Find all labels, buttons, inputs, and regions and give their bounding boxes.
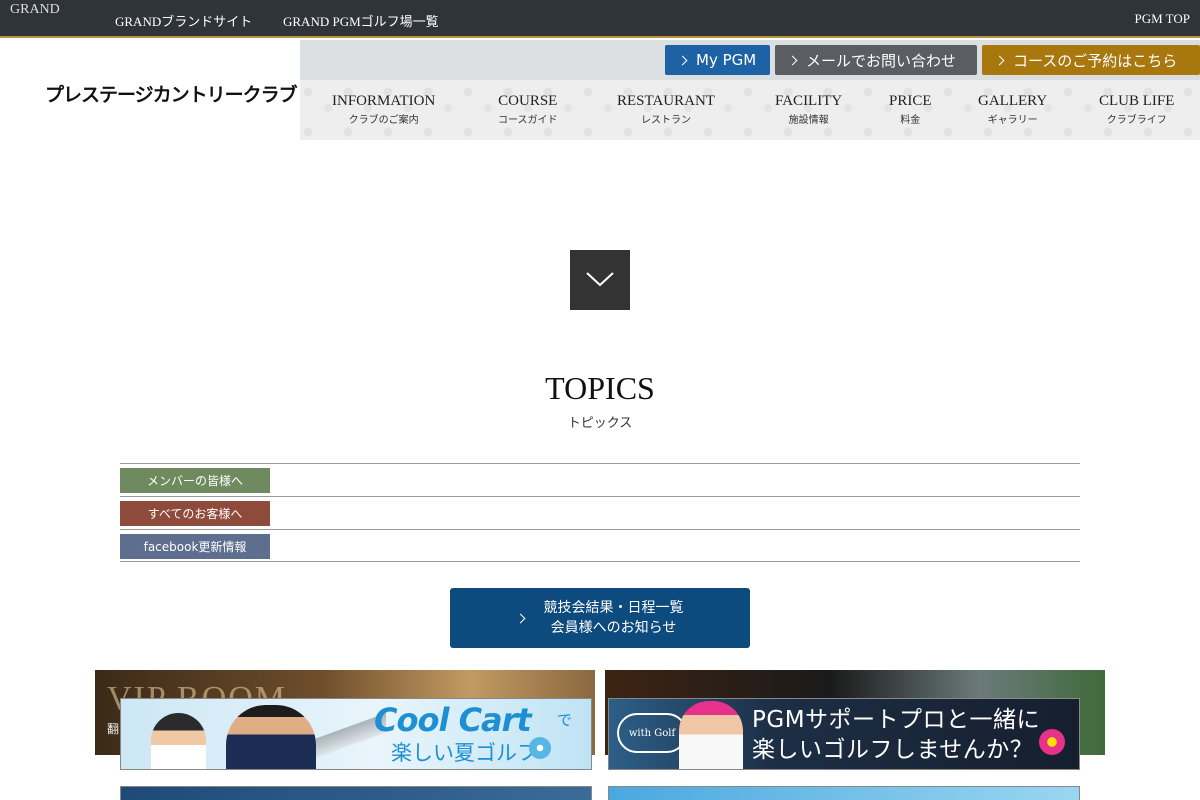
topic-row: facebook更新情報 — [120, 529, 1080, 562]
golfer-man-image — [226, 705, 316, 769]
cool-cart-title: Cool Cart — [374, 701, 532, 739]
cool-cart-particle: で — [557, 711, 573, 729]
chevron-right-icon — [787, 55, 798, 65]
support-pro-line2: 楽しいゴルフしませんか？ — [752, 737, 1034, 763]
nav-label-jp: クラブライフ — [1106, 115, 1167, 126]
competition-label-1: 競技会結果・日程一覧 — [543, 600, 684, 616]
members-tag[interactable]: メンバーの皆様へ — [120, 468, 270, 493]
nav-label-jp: クラブのご案内 — [348, 115, 419, 126]
golfer-woman-image — [151, 713, 206, 769]
chevron-right-icon — [515, 613, 525, 623]
support-pro-line1: PGMサポートプロと一緒に — [752, 707, 1041, 733]
nav-label-en: INFORMATION — [332, 93, 436, 109]
pgm-support-pro-banner[interactable]: with Golf PGMサポートプロと一緒に 楽しいゴルフしませんか？ — [608, 698, 1080, 770]
nav-item-information[interactable]: INFORMATION クラブのご案内 — [332, 93, 435, 126]
mail-contact-button[interactable]: メールでお問い合わせ — [775, 45, 977, 75]
chevron-right-icon — [994, 55, 1005, 65]
chevron-right-icon — [677, 55, 688, 65]
my-pgm-button[interactable]: My PGM — [665, 45, 770, 75]
pgm-top-link[interactable]: PGM TOP — [1134, 11, 1190, 27]
nav-label-en: GALLERY — [978, 93, 1048, 109]
cool-cart-banner[interactable]: Cool Cart で 楽しい夏ゴルフ — [120, 698, 592, 770]
all-guests-tag[interactable]: すべてのお客様へ — [120, 501, 270, 526]
club-logo[interactable]: プレステージカントリークラブ — [45, 80, 298, 107]
nav-item-facility[interactable]: FACILITY 施設情報 — [775, 93, 842, 126]
nav-item-price[interactable]: PRICE 料金 — [889, 93, 932, 126]
nav-label-en: PRICE — [889, 93, 932, 109]
topics-heading: TOPICS — [545, 370, 655, 406]
with-golf-logo: with Golf — [617, 713, 687, 753]
nav-label-jp: ギャラリー — [987, 115, 1038, 126]
chevron-down-icon — [586, 272, 614, 287]
top-bar: GRAND GRANDブランドサイト GRAND PGMゴルフ場一覧 PGM T… — [0, 0, 1200, 38]
nav-item-gallery[interactable]: GALLERY ギャラリー — [978, 93, 1047, 126]
mail-contact-label: メールでお問い合わせ — [806, 51, 957, 70]
hibiscus-icon — [1039, 729, 1065, 755]
facebook-update-tag[interactable]: facebook更新情報 — [120, 534, 270, 559]
nav-label-jp: 施設情報 — [788, 115, 829, 126]
nav-label-jp: 料金 — [900, 115, 921, 126]
support-pro-text: PGMサポートプロと一緒に 楽しいゴルフしませんか？ — [752, 705, 1040, 765]
cool-cart-subtitle: 楽しい夏ゴルフ — [391, 741, 538, 765]
course-reservation-button[interactable]: コースのご予約はこちら — [982, 45, 1200, 75]
nav-label-jp: レストラン — [640, 115, 691, 126]
competition-results-button[interactable]: 競技会結果・日程一覧 会員様へのお知らせ — [450, 588, 750, 648]
my-pgm-label: My PGM — [696, 51, 757, 69]
nav-label-en: RESTAURANT — [617, 93, 715, 109]
topic-row: すべてのお客様へ — [120, 496, 1080, 529]
competition-label-2: 会員様へのお知らせ — [550, 620, 677, 636]
bottom-banner-right[interactable] — [608, 786, 1080, 800]
course-reservation-label: コースのご予約はこちら — [1013, 51, 1178, 70]
grand-pgm-course-list-link[interactable]: GRAND PGMゴルフ場一覧 — [283, 11, 439, 30]
bottom-banner-left[interactable] — [120, 786, 592, 800]
nav-label-en: FACILITY — [775, 93, 843, 109]
topics-subheading: トピックス — [567, 416, 633, 431]
nav-item-restaurant[interactable]: RESTAURANT レストラン — [617, 93, 715, 126]
support-pro-image — [679, 701, 743, 769]
nav-label-en: COURSE — [498, 93, 558, 109]
vip-room-sub: 翻 — [107, 722, 120, 736]
flower-icon — [529, 737, 551, 759]
nav-item-club-life[interactable]: CLUB LIFE クラブライフ — [1099, 93, 1174, 126]
nav-item-course[interactable]: COURSE コースガイド — [498, 93, 558, 126]
nav-label-en: CLUB LIFE — [1099, 93, 1175, 109]
grand-logo-image[interactable]: GRAND — [10, 2, 60, 18]
topic-row: メンバーの皆様へ — [120, 463, 1080, 496]
nav-label-jp: コースガイド — [498, 115, 558, 126]
scroll-down-button[interactable] — [570, 250, 630, 310]
grand-brand-site-link[interactable]: GRANDブランドサイト — [115, 11, 252, 30]
